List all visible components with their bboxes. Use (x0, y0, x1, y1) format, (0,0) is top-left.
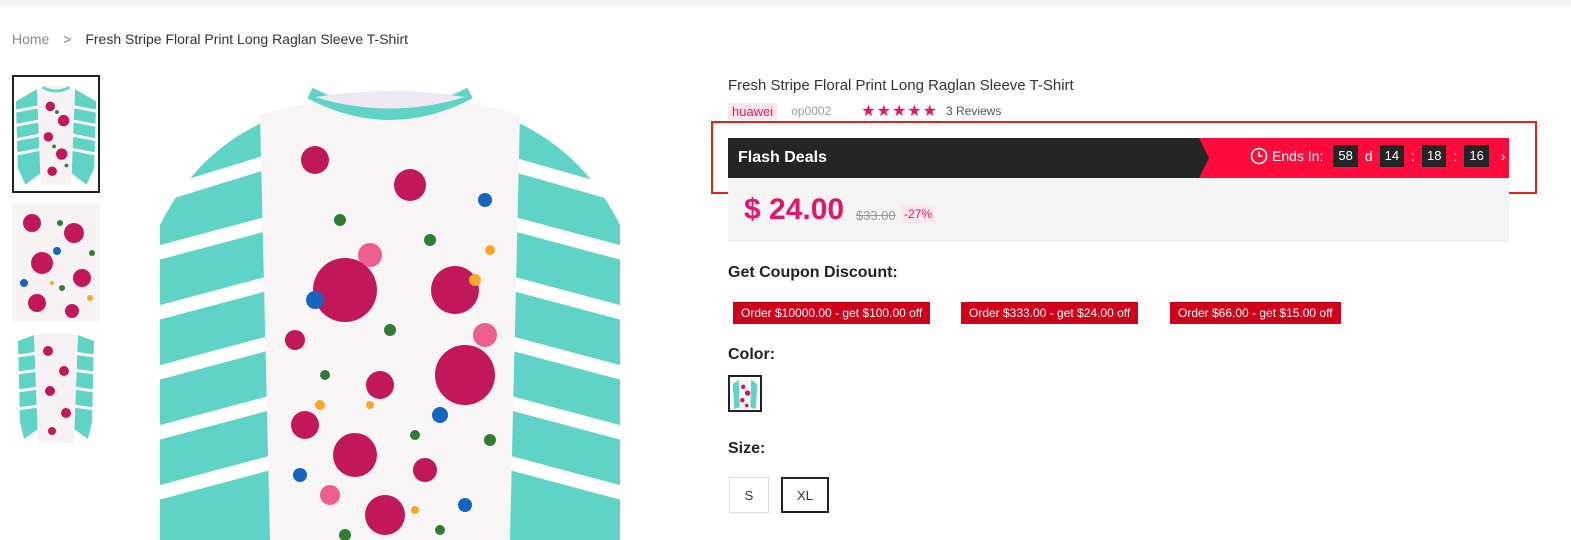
coupon-button[interactable]: Order $333.00 - get $24.00 off (961, 302, 1139, 324)
current-price: $ 24.00 (744, 193, 845, 226)
breadcrumb: Home > Fresh Stripe Floral Print Long Ra… (12, 31, 408, 47)
countdown-days: 58 (1333, 145, 1358, 167)
product-meta: huawei op0002 ★★★★★ 3 Reviews (728, 101, 1001, 121)
size-option-xl[interactable]: XL (781, 477, 829, 513)
flash-deals-title: Flash Deals (738, 149, 827, 166)
color-label: Color: (728, 346, 776, 363)
coupon-button[interactable]: Order $10000.00 - get $100.00 off (733, 302, 931, 324)
original-price: $33.00 (856, 208, 896, 223)
thumbnail-back[interactable] (12, 331, 100, 449)
rating-stars: ★★★★★ (861, 103, 938, 120)
thumbnail-list (12, 75, 102, 459)
flash-countdown: Ends In: 58 d 14 : 18 : 16 › (1250, 145, 1506, 167)
shirt-main-image (140, 75, 640, 540)
thumbnail-front[interactable] (12, 75, 100, 193)
ends-in-label: Ends In: (1272, 148, 1324, 164)
size-option-s[interactable]: S (729, 477, 769, 513)
countdown-seconds: 16 (1464, 145, 1489, 167)
chevron-right-icon[interactable]: › (1501, 148, 1506, 164)
breadcrumb-separator: > (63, 31, 72, 47)
shirt-back-thumbnail-image (12, 331, 100, 449)
color-swatch-floral[interactable] (728, 375, 762, 412)
reviews-link[interactable]: 3 Reviews (946, 104, 1001, 118)
coupon-button[interactable]: Order $66.00 - get $15.00 off (1170, 302, 1341, 324)
breadcrumb-home-link[interactable]: Home (12, 31, 49, 47)
sku-code: op0002 (791, 104, 832, 118)
clock-icon (1250, 147, 1268, 165)
main-product-image[interactable] (140, 75, 640, 540)
coupon-label: Get Coupon Discount: (728, 264, 898, 281)
size-label: Size: (728, 440, 766, 457)
shirt-front-thumbnail-image (14, 77, 98, 191)
countdown-minutes: 18 (1422, 145, 1447, 167)
breadcrumb-current: Fresh Stripe Floral Print Long Raglan Sl… (85, 31, 408, 47)
fabric-detail-thumbnail-image (12, 203, 100, 321)
top-header-bar (0, 0, 1571, 5)
floral-swatch-image (730, 377, 760, 410)
product-title: Fresh Stripe Floral Print Long Raglan Sl… (728, 77, 1074, 94)
discount-badge: -27% (901, 205, 936, 223)
countdown-days-unit: d (1364, 148, 1373, 164)
countdown-hours: 14 (1379, 145, 1405, 167)
thumbnail-detail[interactable] (12, 203, 100, 321)
countdown-colon: : (1411, 148, 1415, 164)
countdown-colon: : (1453, 148, 1458, 164)
price-box: $ 24.00 $33.00 -27% (728, 178, 1509, 242)
brand-tag[interactable]: huawei (728, 102, 778, 120)
